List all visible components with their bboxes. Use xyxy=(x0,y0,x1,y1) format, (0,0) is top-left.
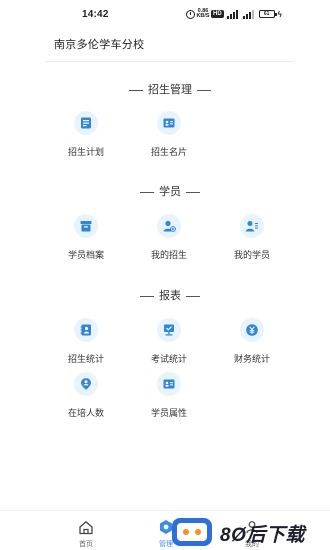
hd-icon: HD xyxy=(211,10,224,18)
menu-item-my-enrollment[interactable]: 我的招生 xyxy=(129,214,209,264)
plan-icon xyxy=(74,111,98,135)
watermark-logo xyxy=(172,518,212,546)
header: 南京多伦学车分校 xyxy=(0,28,330,62)
section-title-label: 报表 xyxy=(159,290,181,302)
section-title-label: 学员 xyxy=(159,186,181,198)
menu-item-exam-stats[interactable]: 考试统计 xyxy=(129,318,209,368)
card-icon xyxy=(157,111,181,135)
signal-icon-secondary xyxy=(242,9,256,19)
yuan-icon xyxy=(240,318,264,342)
network-speed-unit: KB/S xyxy=(196,13,210,19)
watermark-text: 8Ø后下载 xyxy=(220,525,305,546)
menu-item-label: 财务统计 xyxy=(233,354,270,364)
menu-item-finance-stats[interactable]: 财务统计 xyxy=(212,318,292,368)
app-screen: 14:42 0.86 KB/S HD 61 ϟ 南京多伦学车分校 招生管理 招生… xyxy=(0,0,330,550)
menu-item-label: 我的招生 xyxy=(150,250,187,260)
signal-icon xyxy=(226,9,240,19)
watermark: 8Ø后下载 xyxy=(166,514,330,550)
alarm-icon xyxy=(186,9,195,19)
status-bar: 14:42 0.86 KB/S HD 61 ϟ xyxy=(0,0,330,28)
tab-home[interactable]: 首页 xyxy=(56,515,116,549)
charging-icon: ϟ xyxy=(277,9,282,19)
menu-item-training-count[interactable]: 在培人数 xyxy=(46,372,126,422)
add-user-icon xyxy=(157,214,181,238)
tab-home-label: 首页 xyxy=(79,541,93,548)
menu-item-label: 招生统计 xyxy=(67,354,104,364)
menu-item-enrollment-card[interactable]: 招生名片 xyxy=(129,111,209,161)
location-person-icon xyxy=(74,372,98,396)
archive-icon xyxy=(74,214,98,238)
student-list-icon xyxy=(240,214,264,238)
menu-item-label: 学员档案 xyxy=(67,250,104,260)
battery-level: 61 xyxy=(263,11,270,17)
menu-item-label: 考试统计 xyxy=(150,354,187,364)
page-title: 南京多伦学车分校 xyxy=(54,39,145,51)
menu-item-student-attributes[interactable]: 学员属性 xyxy=(129,372,209,422)
section-title-students: 学员 xyxy=(46,183,294,199)
menu-item-label: 招生计划 xyxy=(67,147,104,157)
status-time: 14:42 xyxy=(82,9,109,20)
menu-item-label: 招生名片 xyxy=(150,147,187,157)
section-title-reports: 报表 xyxy=(46,287,294,303)
section-title-enrollment: 招生管理 xyxy=(46,81,294,97)
menu-item-enrollment-stats[interactable]: 招生统计 xyxy=(46,318,126,368)
menu-item-student-archive[interactable]: 学员档案 xyxy=(46,214,126,264)
menu-item-label: 学员属性 xyxy=(150,408,187,418)
section-title-label: 招生管理 xyxy=(148,84,192,96)
contacts-icon xyxy=(74,318,98,342)
battery-icon: 61 xyxy=(258,10,277,18)
status-icons: 0.86 KB/S HD 61 ϟ xyxy=(186,8,282,20)
home-icon xyxy=(76,518,96,536)
menu-item-my-students[interactable]: 我的学员 xyxy=(212,214,292,264)
menu-item-enrollment-plan[interactable]: 招生计划 xyxy=(46,111,126,161)
id-card-icon xyxy=(157,372,181,396)
header-divider xyxy=(46,61,294,62)
network-speed: 0.86 KB/S xyxy=(196,8,210,19)
menu-item-label: 我的学员 xyxy=(233,250,270,260)
menu-item-label: 在培人数 xyxy=(67,408,104,418)
exam-icon xyxy=(157,318,181,342)
